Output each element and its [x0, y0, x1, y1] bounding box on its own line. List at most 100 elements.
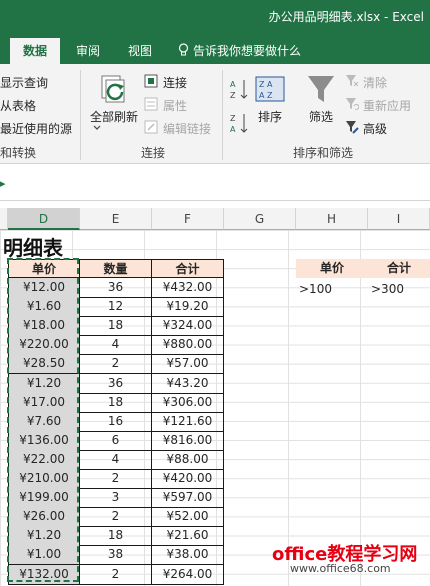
cell-quantity[interactable]: 4 [79, 449, 152, 470]
cell-total[interactable]: ¥121.60 [151, 411, 224, 432]
header-total[interactable]: 合计 [151, 259, 224, 278]
column-header-corner[interactable] [0, 208, 8, 230]
svg-text:Z: Z [230, 114, 236, 123]
criteria-value-total[interactable]: >300 [368, 280, 430, 299]
sort-descending-icon[interactable]: ZA [230, 112, 248, 134]
connections-button[interactable]: 连接 [163, 74, 187, 91]
reapply-button[interactable]: 重新应用 [363, 97, 411, 114]
header-unit-price[interactable]: 单价 [8, 259, 80, 278]
group-label-get-transform: 和转换 [0, 146, 37, 160]
sort-button[interactable]: 排序 [258, 108, 282, 125]
cell-total[interactable]: ¥432.00 [151, 278, 224, 299]
clear-button[interactable]: 清除 [363, 74, 387, 91]
cell-total[interactable]: ¥38.00 [151, 545, 224, 566]
cell-unit-price[interactable]: ¥26.00 [8, 507, 80, 528]
svg-text:A: A [230, 125, 236, 134]
cell-total[interactable]: ¥420.00 [151, 469, 224, 490]
cell-unit-price[interactable]: ¥12.00 [8, 278, 80, 299]
tab-data[interactable]: 数据 [10, 38, 60, 64]
cell-unit-price[interactable]: ¥220.00 [8, 335, 80, 356]
cell-quantity[interactable]: 18 [79, 526, 152, 547]
cell-total[interactable]: ¥324.00 [151, 316, 224, 337]
connections-icon [144, 74, 158, 88]
cell-unit-price[interactable]: ¥136.00 [8, 430, 80, 451]
criteria-header-total[interactable]: 合计 [368, 259, 430, 278]
cell-total[interactable]: ¥816.00 [151, 430, 224, 451]
cell-total[interactable]: ¥88.00 [151, 449, 224, 470]
cell-unit-price[interactable]: ¥18.00 [8, 316, 80, 337]
cell-total[interactable]: ¥264.00 [151, 564, 224, 585]
column-header-h[interactable]: H [296, 208, 368, 230]
filter-icon[interactable] [306, 74, 336, 106]
expand-arrow-icon[interactable]: ▸ [0, 177, 6, 190]
header-quantity[interactable]: 数量 [79, 259, 152, 278]
column-header-d[interactable]: D [8, 208, 80, 230]
cell-unit-price[interactable]: ¥7.60 [8, 411, 80, 432]
cell-quantity[interactable]: 36 [79, 278, 152, 299]
recent-sources-button[interactable]: 最近使用的源 [0, 120, 72, 137]
cell-unit-price[interactable]: ¥1.20 [8, 526, 80, 547]
cell-unit-price[interactable]: ¥1.20 [8, 373, 80, 394]
cell-quantity[interactable]: 2 [79, 564, 152, 585]
cell-quantity[interactable]: 18 [79, 316, 152, 337]
sort-dialog-icon[interactable]: Z A A Z [255, 76, 285, 102]
watermark-url: www.office68.com [290, 562, 391, 575]
cell-quantity[interactable]: 2 [79, 469, 152, 490]
from-table-button[interactable]: 从表格 [0, 97, 36, 114]
cell-unit-price[interactable]: ¥132.00 [8, 564, 80, 585]
formula-bar[interactable]: ▸ [0, 165, 430, 201]
cell-total[interactable]: ¥306.00 [151, 392, 224, 413]
edit-links-icon [144, 120, 158, 134]
cell-total[interactable]: ¥43.20 [151, 373, 224, 394]
tab-view[interactable]: 视图 [118, 38, 162, 64]
filter-button[interactable]: 筛选 [309, 108, 333, 125]
cell-unit-price[interactable]: ¥1.60 [8, 297, 80, 318]
cell-total[interactable]: ¥880.00 [151, 335, 224, 356]
sort-ascending-icon[interactable]: AZ [230, 78, 248, 100]
criteria-value-price[interactable]: >100 [296, 280, 368, 299]
cell-unit-price[interactable]: ¥17.00 [8, 392, 80, 413]
cell-unit-price[interactable]: ¥210.00 [8, 469, 80, 490]
advanced-button[interactable]: 高级 [363, 120, 387, 137]
criteria-header-price[interactable]: 单价 [296, 259, 368, 278]
ribbon-tabs: 数据 审阅 视图 告诉我你想要做什么 [0, 34, 430, 64]
ribbon-data: 显示查询 从表格 最近使用的源 和转换 全部刷新 连接 属性 编辑链接 连接 A… [0, 64, 430, 164]
group-label-connections: 连接 [141, 146, 166, 160]
cell-unit-price[interactable]: ¥1.00 [8, 545, 80, 566]
tab-review[interactable]: 审阅 [66, 38, 110, 64]
sheet-heading: 明细表 [3, 236, 63, 260]
edit-links-button[interactable]: 编辑链接 [163, 120, 211, 137]
column-header-i[interactable]: I [368, 208, 430, 230]
chevron-down-icon[interactable] [93, 125, 101, 131]
cell-total[interactable]: ¥21.60 [151, 526, 224, 547]
column-header-g[interactable]: G [224, 208, 296, 230]
svg-text:Z: Z [230, 91, 236, 100]
column-header-e[interactable]: E [80, 208, 152, 230]
cell-quantity[interactable]: 16 [79, 411, 152, 432]
cell-quantity[interactable]: 2 [79, 354, 152, 375]
cell-unit-price[interactable]: ¥199.00 [8, 488, 80, 509]
cell-quantity[interactable]: 38 [79, 545, 152, 566]
cell-total[interactable]: ¥597.00 [151, 488, 224, 509]
cell-quantity[interactable]: 6 [79, 430, 152, 451]
refresh-all-button[interactable]: 全部刷新 [90, 108, 138, 125]
cell-total[interactable]: ¥19.20 [151, 297, 224, 318]
properties-button[interactable]: 属性 [163, 97, 187, 114]
cell-total[interactable]: ¥52.00 [151, 507, 224, 528]
tell-me-label: 告诉我你想要做什么 [193, 44, 302, 58]
group-divider [80, 70, 81, 160]
cell-quantity[interactable]: 4 [79, 335, 152, 356]
tell-me-box[interactable]: 告诉我你想要做什么 [178, 38, 301, 64]
cell-quantity[interactable]: 3 [79, 488, 152, 509]
cell-unit-price[interactable]: ¥28.50 [8, 354, 80, 375]
cell-unit-price[interactable]: ¥22.00 [8, 449, 80, 470]
column-header-f[interactable]: F [152, 208, 224, 230]
refresh-all-icon[interactable] [100, 74, 132, 108]
cell-total[interactable]: ¥57.00 [151, 354, 224, 375]
cell-quantity[interactable]: 36 [79, 373, 152, 394]
cell-quantity[interactable]: 2 [79, 507, 152, 528]
lightbulb-icon [178, 43, 189, 56]
cell-quantity[interactable]: 18 [79, 392, 152, 413]
cell-quantity[interactable]: 12 [79, 297, 152, 318]
show-queries-button[interactable]: 显示查询 [0, 74, 48, 91]
